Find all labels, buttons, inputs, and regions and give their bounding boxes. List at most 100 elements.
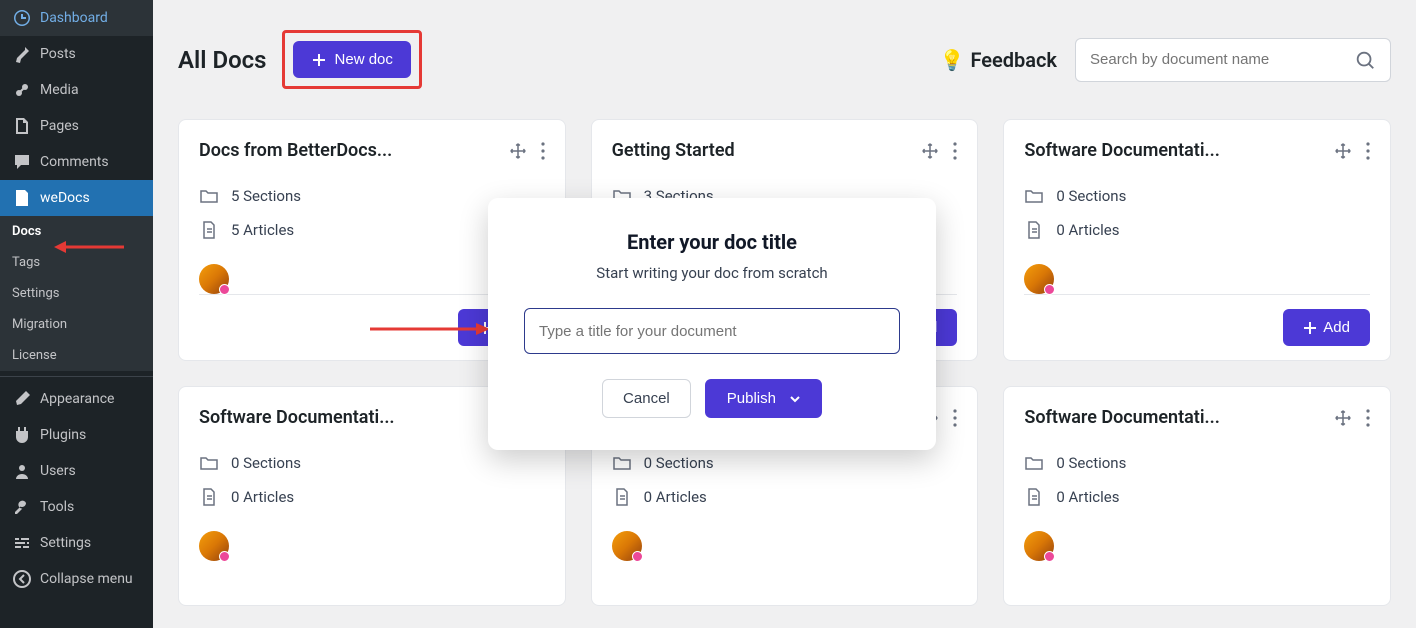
move-icon[interactable]	[509, 142, 527, 160]
header-right: 💡 Feedback	[940, 38, 1391, 82]
sidebar-item-pages[interactable]: Pages	[0, 108, 153, 144]
card-title[interactable]: Docs from BetterDocs...	[199, 140, 392, 161]
wrench-icon	[12, 497, 32, 517]
search-icon	[1354, 49, 1376, 71]
doc-card: Software Documentati... 0 Sections 0 Art…	[1003, 386, 1391, 606]
comment-icon	[12, 152, 32, 172]
sidebar-item-label: Pages	[40, 118, 79, 134]
sidebar-item-posts[interactable]: Posts	[0, 36, 153, 72]
publish-button[interactable]: Publish	[705, 379, 822, 418]
articles-text: 0 Articles	[1056, 488, 1119, 506]
new-doc-highlight: New doc	[282, 30, 422, 89]
brush-icon	[12, 389, 32, 409]
sections-text: 0 Sections	[1056, 454, 1126, 472]
modal-subtitle: Start writing your doc from scratch	[516, 264, 908, 282]
sections-text: 0 Sections	[231, 454, 301, 472]
page-header: All Docs New doc 💡 Feedback	[178, 30, 1391, 89]
search-box[interactable]	[1075, 38, 1391, 82]
card-title[interactable]: Software Documentati...	[199, 407, 395, 428]
modal-title: Enter your doc title	[516, 230, 908, 254]
file-icon	[1024, 487, 1044, 507]
sidebar-item-label: Media	[40, 82, 79, 98]
sidebar-item-appearance[interactable]: Appearance	[0, 381, 153, 417]
avatar	[199, 531, 229, 561]
avatar	[199, 264, 229, 294]
sidebar-item-media[interactable]: Media	[0, 72, 153, 108]
sidebar-item-settings[interactable]: Settings	[0, 525, 153, 561]
plus-icon	[1303, 321, 1317, 335]
articles-text: 0 Articles	[231, 488, 294, 506]
doc-card: Software Documentati... 0 Sections 0 Art…	[1003, 119, 1391, 361]
sidebar-item-label: Dashboard	[40, 10, 108, 26]
sidebar-subitem-migration[interactable]: Migration	[0, 309, 153, 340]
avatar	[1024, 264, 1054, 294]
sliders-icon	[12, 533, 32, 553]
add-button[interactable]: Add	[1283, 309, 1370, 346]
folder-icon	[199, 453, 219, 473]
articles-text: 5 Articles	[231, 221, 294, 239]
sidebar-item-dashboard[interactable]: Dashboard	[0, 0, 153, 36]
sidebar-item-label: Settings	[40, 535, 91, 551]
annotation-arrow	[370, 320, 490, 338]
sidebar-item-collapse[interactable]: Collapse menu	[0, 561, 153, 597]
folder-icon	[1024, 186, 1044, 206]
pin-icon	[12, 44, 32, 64]
cancel-button[interactable]: Cancel	[602, 379, 691, 418]
more-icon[interactable]	[953, 142, 957, 160]
sidebar-item-users[interactable]: Users	[0, 453, 153, 489]
file-icon	[612, 487, 632, 507]
file-icon	[199, 220, 219, 240]
move-icon[interactable]	[1334, 142, 1352, 160]
new-doc-modal: Enter your doc title Start writing your …	[488, 198, 936, 450]
card-title[interactable]: Software Documentati...	[1024, 140, 1220, 161]
page-title: All Docs	[178, 46, 267, 74]
sections-text: 0 Sections	[644, 454, 714, 472]
sidebar-item-label: Appearance	[40, 391, 114, 407]
more-icon[interactable]	[1366, 409, 1370, 427]
folder-icon	[612, 453, 632, 473]
more-icon[interactable]	[1366, 142, 1370, 160]
more-icon[interactable]	[953, 409, 957, 427]
sidebar-item-plugins[interactable]: Plugins	[0, 417, 153, 453]
move-icon[interactable]	[921, 142, 939, 160]
sidebar-subitem-settings[interactable]: Settings	[0, 278, 153, 309]
file-icon	[1024, 220, 1044, 240]
sidebar-item-label: Users	[40, 463, 76, 479]
card-title[interactable]: Getting Started	[612, 140, 735, 161]
admin-sidebar: Dashboard Posts Media Pages Comments weD…	[0, 0, 153, 628]
folder-icon	[199, 186, 219, 206]
sections-text: 0 Sections	[1056, 187, 1126, 205]
avatar	[1024, 531, 1054, 561]
new-doc-label: New doc	[335, 51, 393, 68]
sidebar-item-label: Collapse menu	[40, 571, 133, 587]
sections-text: 5 Sections	[231, 187, 301, 205]
file-icon	[199, 487, 219, 507]
folder-icon	[1024, 453, 1044, 473]
dashboard-icon	[12, 8, 32, 28]
plugin-icon	[12, 425, 32, 445]
user-icon	[12, 461, 32, 481]
new-doc-button[interactable]: New doc	[293, 41, 411, 78]
card-title[interactable]: Software Documentati...	[1024, 407, 1220, 428]
move-icon[interactable]	[1334, 409, 1352, 427]
plus-icon	[311, 52, 327, 68]
annotation-arrow	[54, 238, 124, 256]
more-icon[interactable]	[541, 142, 545, 160]
sidebar-subitem-license[interactable]: License	[0, 340, 153, 371]
feedback-label: Feedback	[970, 48, 1057, 72]
sidebar-item-label: weDocs	[40, 190, 90, 206]
chevron-down-icon	[788, 392, 802, 406]
search-input[interactable]	[1090, 51, 1354, 68]
bulb-icon: 💡	[940, 48, 965, 72]
doc-title-input[interactable]	[524, 308, 900, 354]
sidebar-item-label: Tools	[40, 499, 74, 515]
sidebar-item-label: Comments	[40, 154, 109, 170]
articles-text: 0 Articles	[644, 488, 707, 506]
sidebar-item-tools[interactable]: Tools	[0, 489, 153, 525]
collapse-icon	[12, 569, 32, 589]
publish-label: Publish	[727, 390, 776, 407]
sidebar-item-wedocs[interactable]: weDocs	[0, 180, 153, 216]
sidebar-item-comments[interactable]: Comments	[0, 144, 153, 180]
doc-icon	[12, 188, 32, 208]
feedback-link[interactable]: 💡 Feedback	[940, 48, 1057, 72]
